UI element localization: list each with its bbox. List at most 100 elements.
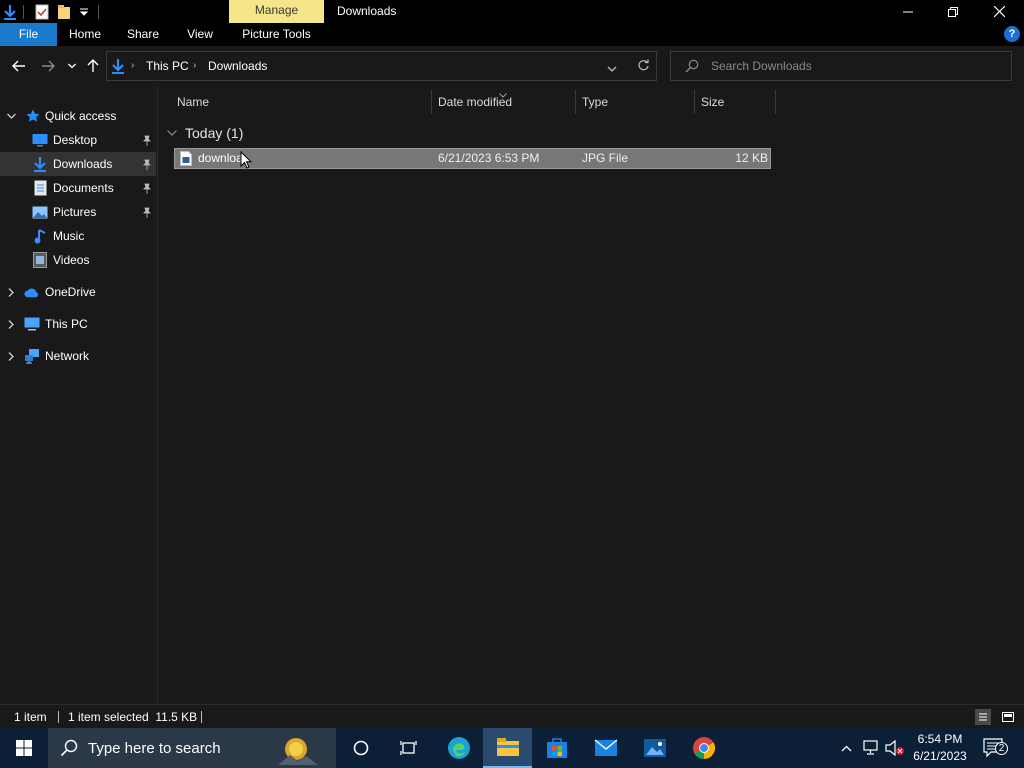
nav-item-network[interactable]: Network [0,344,156,368]
nav-item-desktop[interactable]: Desktop [0,128,156,152]
tab-file[interactable]: File [0,23,57,46]
breadcrumb-this-pc[interactable]: This PC [146,52,189,80]
taskbar-clock[interactable]: 6:54 PM 6/21/2023 [906,731,974,765]
forward-button[interactable] [38,56,58,76]
nav-item-quick-access[interactable]: Quick access [0,104,156,128]
tab-share[interactable]: Share [120,23,166,46]
edge-icon [447,737,470,759]
file-date-modified: 6/21/2023 6:53 PM [438,151,540,165]
properties-icon[interactable] [34,4,50,20]
expand-arrow-icon[interactable] [6,312,16,336]
taskbar-edge[interactable] [434,728,483,768]
taskbar-search-box[interactable]: Type here to search [48,728,336,768]
nav-item-onedrive[interactable]: OneDrive [0,280,156,304]
windows-logo-icon [16,740,32,756]
taskbar-file-explorer[interactable] [483,728,532,768]
column-divider[interactable] [694,90,695,114]
chevron-down-icon [68,63,76,69]
manage-contextual-tab[interactable]: Manage [229,0,324,23]
nav-item-pictures[interactable]: Pictures [0,200,156,224]
group-header-today[interactable]: Today (1) [167,122,243,144]
group-label: Today (1) [185,125,244,141]
restore-button[interactable] [930,0,976,23]
sort-indicator-icon [499,87,507,101]
up-button[interactable] [83,56,103,76]
status-divider [58,711,59,723]
cortana-button[interactable] [336,728,385,768]
expand-arrow-icon[interactable] [6,344,16,368]
file-list[interactable]: Name Date modified Type Size Today (1) d… [159,86,1024,704]
toolbar-divider [98,4,99,19]
taskbar-mail[interactable] [581,728,630,768]
pin-icon[interactable] [142,182,152,194]
mouse-cursor-icon [240,150,253,172]
breadcrumb-separator-icon[interactable]: › [193,52,196,80]
taskbar-microsoft-store[interactable] [532,728,581,768]
navigation-pane: Quick access Desktop Downloads Documents [0,86,158,704]
network-status-button[interactable] [860,728,882,768]
taskbar-search-input[interactable]: Type here to search [88,740,221,757]
column-divider[interactable] [775,90,776,114]
task-view-button[interactable] [384,728,433,768]
nav-item-downloads[interactable]: Downloads [0,152,156,176]
expand-arrow-icon[interactable] [6,280,16,304]
back-button[interactable] [9,56,29,76]
start-button[interactable] [0,728,48,768]
column-header-size[interactable]: Size [701,88,724,116]
downloads-icon [32,156,48,172]
file-row[interactable]: downloa 6/21/2023 6:53 PM JPG File 12 KB [174,148,771,169]
refresh-button[interactable] [637,59,650,75]
nav-item-label: This PC [45,317,88,331]
pin-icon[interactable] [142,206,152,218]
nav-item-music[interactable]: Music [0,224,156,248]
nav-item-this-pc[interactable]: This PC [0,312,156,336]
tab-view[interactable]: View [177,23,223,46]
column-divider[interactable] [431,90,432,114]
clock-time: 6:54 PM [917,732,963,746]
pin-icon[interactable] [142,134,152,146]
recent-locations-button[interactable] [62,56,82,76]
refresh-icon [638,59,649,71]
breadcrumb-downloads[interactable]: Downloads [208,52,267,80]
breadcrumb-separator-icon[interactable]: › [131,52,134,80]
pin-icon[interactable] [142,158,152,170]
search-highlight-icon[interactable] [276,731,318,768]
file-explorer-icon [496,738,519,756]
chevron-down-icon[interactable] [167,128,181,138]
nav-item-documents[interactable]: Documents [0,176,156,200]
taskbar-chrome[interactable] [679,728,728,768]
mail-icon [594,739,617,756]
address-history-button[interactable] [607,62,617,76]
customize-toolbar-icon[interactable] [76,4,92,20]
volume-muted-icon [885,740,904,756]
column-header-name[interactable]: Name [177,88,209,116]
large-icons-view-icon [1002,712,1014,722]
status-divider [201,711,202,723]
show-hidden-icons-button[interactable] [836,728,856,768]
nav-item-label: Quick access [45,109,117,123]
column-divider[interactable] [575,90,576,114]
tab-picture-tools[interactable]: Picture Tools [229,23,324,46]
minimize-button[interactable] [885,0,931,23]
action-center-button[interactable]: 2 [980,728,1008,768]
column-header-type[interactable]: Type [582,88,608,116]
chrome-icon [692,737,715,759]
taskbar-photos[interactable] [630,728,679,768]
search-input[interactable]: Search Downloads [711,52,812,80]
help-button[interactable]: ? [1004,26,1020,42]
network-wired-icon [863,740,878,755]
tab-home[interactable]: Home [62,23,108,46]
address-bar[interactable]: › This PC › Downloads [106,51,657,81]
new-folder-icon[interactable] [56,4,72,20]
search-icon [60,739,78,760]
close-button[interactable] [976,0,1022,23]
nav-item-videos[interactable]: Videos [0,248,156,272]
nav-item-label: Documents [53,181,114,195]
volume-button[interactable] [884,728,906,768]
large-icons-view-button[interactable] [1000,709,1016,725]
nav-item-label: Music [53,229,85,243]
details-view-icon [979,713,987,721]
details-view-button[interactable] [975,709,991,725]
expand-arrow-icon[interactable] [6,104,16,128]
search-box[interactable]: Search Downloads [670,51,1012,81]
